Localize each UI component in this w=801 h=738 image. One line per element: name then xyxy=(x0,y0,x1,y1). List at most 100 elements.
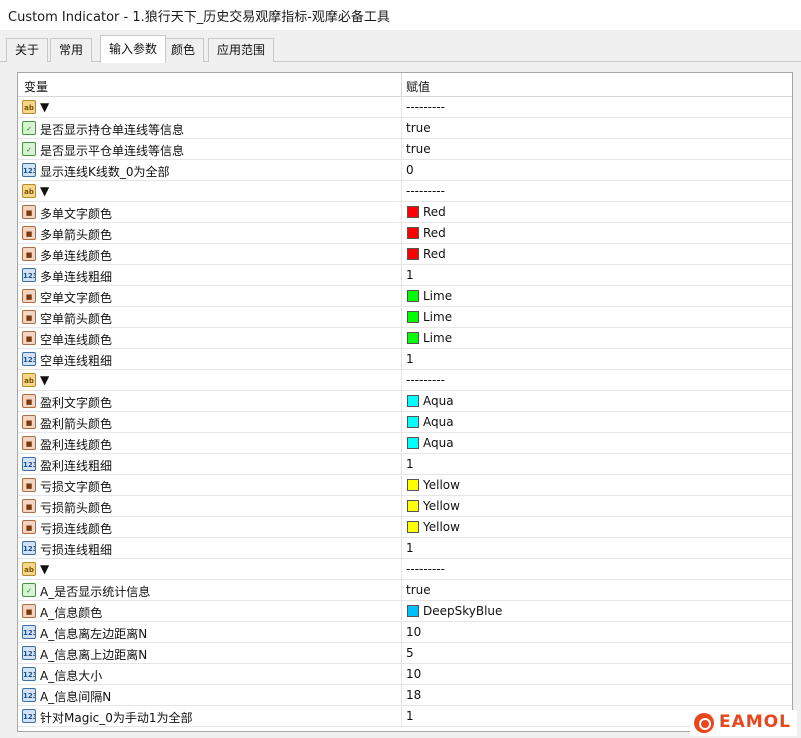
watermark-logo: EAMOL xyxy=(690,710,797,736)
value-cell[interactable]: 5 xyxy=(406,646,414,660)
variable-name: A_信息离左边距离N xyxy=(40,627,148,641)
cell-divider xyxy=(401,475,402,495)
int-icon: 123 xyxy=(22,541,36,555)
table-row[interactable]: ab ▼ --------- xyxy=(18,97,792,118)
variable-name: 空单箭头颜色 xyxy=(40,312,113,326)
eamol-logo-icon xyxy=(694,713,714,733)
value-cell[interactable]: --------- xyxy=(406,184,445,198)
table-row[interactable]: ■ 亏损箭头颜色 Yellow xyxy=(18,496,792,517)
color-swatch xyxy=(407,248,419,260)
cell-divider xyxy=(401,601,402,621)
value-cell[interactable]: 10 xyxy=(406,625,421,639)
table-row[interactable]: 123 A_信息离左边距离N 10 xyxy=(18,622,792,643)
table-row[interactable]: ab ▼ --------- xyxy=(18,181,792,202)
bool-icon: ✓ xyxy=(22,142,36,156)
table-row[interactable]: ■ 空单文字颜色 Lime xyxy=(18,286,792,307)
color-swatch xyxy=(407,479,419,491)
color-icon: ■ xyxy=(22,289,36,303)
table-row[interactable]: ■ 盈利文字颜色 Aqua xyxy=(18,391,792,412)
value-cell[interactable]: 0 xyxy=(406,163,414,177)
variable-name: 空单连线颜色 xyxy=(40,333,113,347)
value-cell[interactable]: DeepSkyBlue xyxy=(423,604,502,618)
table-row[interactable]: ab ▼ --------- xyxy=(18,370,792,391)
value-cell[interactable]: Yellow xyxy=(423,520,460,534)
value-cell[interactable]: true xyxy=(406,121,431,135)
value-cell[interactable]: Red xyxy=(423,205,446,219)
value-cell[interactable]: 10 xyxy=(406,667,421,681)
table-row[interactable]: ✓ 是否显示持仓单连线等信息 true xyxy=(18,118,792,139)
value-cell[interactable]: Yellow xyxy=(423,499,460,513)
value-cell[interactable]: Yellow xyxy=(423,478,460,492)
table-row[interactable]: 123 多单连线粗细 1 xyxy=(18,265,792,286)
table-row[interactable]: ■ 盈利箭头颜色 Aqua xyxy=(18,412,792,433)
column-divider[interactable] xyxy=(401,73,402,97)
value-cell[interactable]: Aqua xyxy=(423,436,454,450)
cell-divider xyxy=(401,559,402,579)
cell-divider xyxy=(401,517,402,537)
variable-name: A_信息离上边距离N xyxy=(40,648,148,662)
variable-name: 多单文字颜色 xyxy=(40,207,113,221)
table-row[interactable]: ■ 多单文字颜色 Red xyxy=(18,202,792,223)
string-icon: ab xyxy=(22,100,36,114)
value-cell[interactable]: 1 xyxy=(406,541,414,555)
tab-inputs[interactable]: 输入参数 xyxy=(100,35,167,63)
variable-name: ▼ xyxy=(40,100,50,114)
table-row[interactable]: 123 针对Magic_0为手动1为全部 1 xyxy=(18,706,792,727)
color-swatch xyxy=(407,290,419,302)
value-cell[interactable]: Aqua xyxy=(423,394,454,408)
table-row[interactable]: 123 亏损连线粗细 1 xyxy=(18,538,792,559)
table-row[interactable]: ■ 多单连线颜色 Red xyxy=(18,244,792,265)
value-cell[interactable]: --------- xyxy=(406,562,445,576)
table-row[interactable]: ■ 空单连线颜色 Lime xyxy=(18,328,792,349)
table-row[interactable]: ✓ A_是否显示统计信息 true xyxy=(18,580,792,601)
variable-name: 盈利连线颜色 xyxy=(40,438,113,452)
table-row[interactable]: ■ 亏损连线颜色 Yellow xyxy=(18,517,792,538)
tab-common[interactable]: 常用 xyxy=(50,38,93,62)
tab-colors[interactable]: 颜色 xyxy=(162,38,205,62)
color-icon: ■ xyxy=(22,499,36,513)
value-cell[interactable]: 1 xyxy=(406,268,414,282)
table-row[interactable]: 123 盈利连线粗细 1 xyxy=(18,454,792,475)
grid-rows: ab ▼ --------- ✓ 是否显示持仓单连线等信息 true ✓ 是否显示平仓单连线等… xyxy=(18,97,792,727)
int-icon: 123 xyxy=(22,688,36,702)
cell-divider xyxy=(401,643,402,663)
color-swatch xyxy=(407,416,419,428)
color-swatch xyxy=(407,206,419,218)
table-row[interactable]: ■ 多单箭头颜色 Red xyxy=(18,223,792,244)
column-header-value[interactable]: 赋值 xyxy=(406,78,430,95)
value-cell[interactable]: 1 xyxy=(406,457,414,471)
value-cell[interactable]: 1 xyxy=(406,709,414,723)
table-row[interactable]: ■ 亏损文字颜色 Yellow xyxy=(18,475,792,496)
value-cell[interactable]: true xyxy=(406,142,431,156)
value-cell[interactable]: Lime xyxy=(423,310,452,324)
table-row[interactable]: 123 A_信息间隔N 18 xyxy=(18,685,792,706)
value-cell[interactable]: Aqua xyxy=(423,415,454,429)
value-cell[interactable]: 1 xyxy=(406,352,414,366)
column-header-variable[interactable]: 变量 xyxy=(24,78,48,95)
table-row[interactable]: 123 显示连线K线数_0为全部 0 xyxy=(18,160,792,181)
table-row[interactable]: ✓ 是否显示平仓单连线等信息 true xyxy=(18,139,792,160)
tab-visualization[interactable]: 应用范围 xyxy=(208,38,275,62)
value-cell[interactable]: 18 xyxy=(406,688,421,702)
table-row[interactable]: ■ 盈利连线颜色 Aqua xyxy=(18,433,792,454)
table-row[interactable]: 123 A_信息大小 10 xyxy=(18,664,792,685)
value-cell[interactable]: true xyxy=(406,583,431,597)
cell-divider xyxy=(401,685,402,705)
table-row[interactable]: ab ▼ --------- xyxy=(18,559,792,580)
variable-name: 亏损文字颜色 xyxy=(40,480,113,494)
value-cell[interactable]: Red xyxy=(423,247,446,261)
table-row[interactable]: ■ A_信息颜色 DeepSkyBlue xyxy=(18,601,792,622)
variable-name: A_信息颜色 xyxy=(40,606,103,620)
cell-divider xyxy=(401,706,402,726)
table-row[interactable]: 123 A_信息离上边距离N 5 xyxy=(18,643,792,664)
int-icon: 123 xyxy=(22,646,36,660)
value-cell[interactable]: --------- xyxy=(406,100,445,114)
value-cell[interactable]: Red xyxy=(423,226,446,240)
tab-about[interactable]: 关于 xyxy=(6,38,49,62)
table-row[interactable]: ■ 空单箭头颜色 Lime xyxy=(18,307,792,328)
value-cell[interactable]: --------- xyxy=(406,373,445,387)
value-cell[interactable]: Lime xyxy=(423,331,452,345)
value-cell[interactable]: Lime xyxy=(423,289,452,303)
int-icon: 123 xyxy=(22,457,36,471)
table-row[interactable]: 123 空单连线粗细 1 xyxy=(18,349,792,370)
